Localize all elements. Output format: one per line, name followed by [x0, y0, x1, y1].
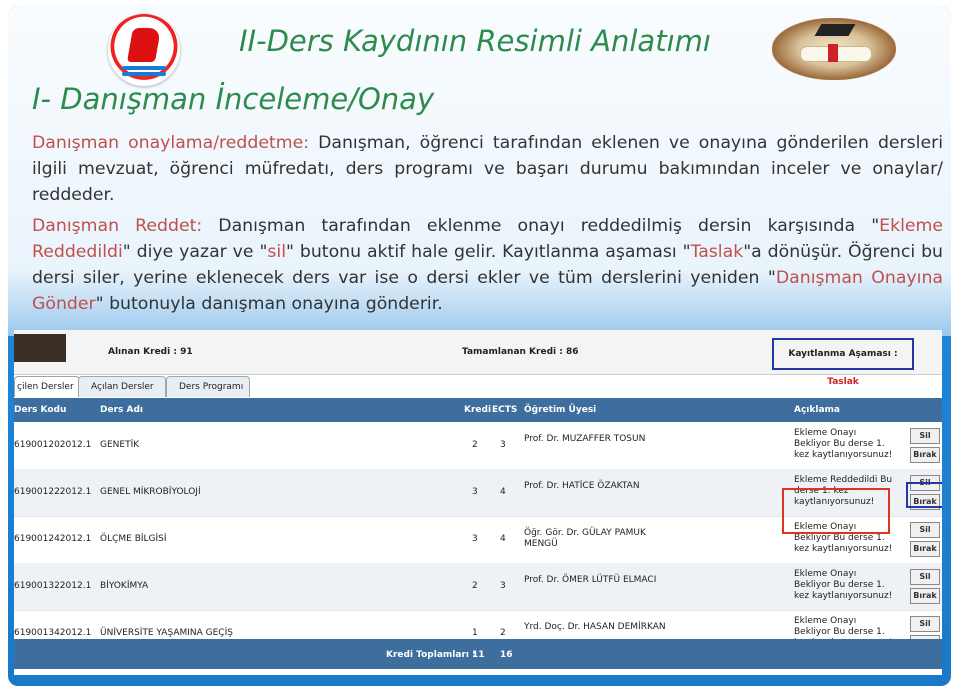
header-kredi: Kredi: [464, 405, 492, 415]
graduation-cap-icon: [814, 24, 856, 36]
birak-button[interactable]: Bırak: [910, 541, 940, 557]
sil-button[interactable]: Sil: [910, 569, 940, 585]
wave-icon: [122, 72, 166, 76]
course-code: 619001242012.1: [14, 534, 92, 544]
paragraph-text: " butonuyla danışman onayına gönderir.: [95, 294, 443, 314]
header-ects: ECTS: [492, 405, 518, 415]
university-logo-icon: [108, 14, 180, 86]
course-ects: 4: [500, 534, 506, 544]
course-credit: 3: [472, 534, 478, 544]
table-header: Ders Kodu Ders Adı Kredi ECTS Öğretim Üy…: [14, 398, 942, 422]
course-ects: 2: [500, 628, 506, 638]
alinan-kredi: Alınan Kredi : 91: [108, 347, 193, 357]
course-name: BİYOKİMYA: [100, 581, 149, 591]
slide-title: II-Ders Kaydının Resimli Anlatımı: [239, 24, 711, 58]
sil-button[interactable]: Sil: [910, 522, 940, 538]
table-footer: Kredi Toplamları : 11 16: [14, 639, 942, 669]
birak-button[interactable]: Bırak: [910, 447, 940, 463]
course-instructor: Öğr. Gör. Dr. GÜLAY PAMUK MENGÜ: [524, 528, 646, 549]
sil-highlight-box: [906, 482, 942, 508]
paragraph-lead: Danışman onaylama/reddetme:: [32, 133, 310, 153]
table-row: 619001202012.1 GENETİK 2 3 Prof. Dr. MUZ…: [14, 422, 942, 470]
tab-secilen-dersler[interactable]: çilen Dersler: [14, 376, 80, 397]
highlight-text: Taslak: [690, 242, 744, 262]
course-code: 619001202012.1: [14, 440, 92, 450]
course-code: 619001322012.1: [14, 581, 92, 591]
sil-button[interactable]: Sil: [910, 428, 940, 444]
paragraph-approve: Danışman onaylama/reddetme: Danışman, öğ…: [32, 130, 943, 208]
header-aciklama: Açıklama: [794, 405, 840, 415]
course-name: ÜNİVERSİTE YAŞAMINA GEÇİŞ: [100, 628, 233, 638]
ribbon-icon: [828, 44, 838, 62]
horse-figure-icon: [127, 28, 161, 62]
course-credit: 2: [472, 581, 478, 591]
course-instructor: Prof. Dr. ÖMER LÜTFÜ ELMACI: [524, 575, 657, 585]
student-photo: [14, 334, 66, 362]
course-instructor: Prof. Dr. HATİCE ÖZAKTAN: [524, 481, 640, 491]
graduation-image-icon: [772, 18, 896, 80]
paragraph-text: " diye yazar ve ": [122, 242, 268, 262]
birak-button[interactable]: Bırak: [910, 588, 940, 604]
sil-button[interactable]: Sil: [910, 616, 940, 632]
course-code: 619001222012.1: [14, 487, 92, 497]
course-credit: 1: [472, 628, 478, 638]
registration-stage-label: Kayıtlanma Aşaması :: [788, 349, 898, 359]
tab-bar: çilen Dersler Açılan Dersler Ders Progra…: [14, 376, 942, 398]
tamamlanan-kredi: Tamamlanan Kredi : 86: [462, 347, 579, 357]
course-instructor: Yrd. Doç. Dr. HASAN DEMİRKAN: [524, 622, 666, 632]
paragraph-text: " butonu aktif hale gelir. Kayıtlanma aş…: [286, 242, 691, 262]
footer-ects-total: 16: [500, 650, 513, 660]
course-name: GENETİK: [100, 440, 140, 450]
tab-acilan-dersler[interactable]: Açılan Dersler: [78, 376, 166, 397]
course-credit: 2: [472, 440, 478, 450]
slide-subtitle: I- Danışman İnceleme/Onay: [32, 82, 435, 116]
rejected-highlight-box: [782, 488, 890, 534]
course-instructor: Prof. Dr. MUZAFFER TOSUN: [524, 434, 646, 444]
paragraph-text: Danışman tarafından eklenme onayı redded…: [202, 216, 880, 236]
course-status: Ekleme Onayı Bekliyor Bu derse 1. kez ka…: [794, 428, 893, 460]
header-ogretim-uyesi: Öğretim Üyesi: [524, 405, 597, 415]
course-status: Ekleme Onayı Bekliyor Bu derse 1. kez ka…: [794, 569, 893, 601]
wave-icon: [122, 66, 166, 70]
tab-ders-programi[interactable]: Ders Programı: [166, 376, 250, 397]
course-ects: 3: [500, 440, 506, 450]
footer-kredi-total: 11: [472, 650, 485, 660]
highlight-text: sil: [267, 242, 287, 262]
course-credit: 3: [472, 487, 478, 497]
footer-label: Kredi Toplamları :: [386, 650, 476, 660]
credit-summary-bar: Alınan Kredi : 91 Tamamlanan Kredi : 86 …: [14, 330, 942, 387]
header-ders-kodu: Ders Kodu: [14, 405, 67, 415]
registration-stage-box: Kayıtlanma Aşaması : Taslak: [772, 338, 914, 387]
course-name: GENEL MİKROBİYOLOJİ: [100, 487, 201, 497]
header-ders-adi: Ders Adı: [100, 405, 143, 415]
course-ects: 3: [500, 581, 506, 591]
course-registration-screenshot: Alınan Kredi : 91 Tamamlanan Kredi : 86 …: [14, 330, 942, 675]
paragraph-lead: Danışman Reddet:: [32, 216, 203, 236]
course-name: ÖLÇME BİLGİSİ: [100, 534, 167, 544]
course-ects: 4: [500, 487, 506, 497]
paragraph-reject: Danışman Reddet: Danışman tarafından ekl…: [32, 213, 943, 317]
table-row: 619001322012.1 BİYOKİMYA 2 3 Prof. Dr. Ö…: [14, 563, 942, 611]
course-code: 619001342012.1: [14, 628, 92, 638]
